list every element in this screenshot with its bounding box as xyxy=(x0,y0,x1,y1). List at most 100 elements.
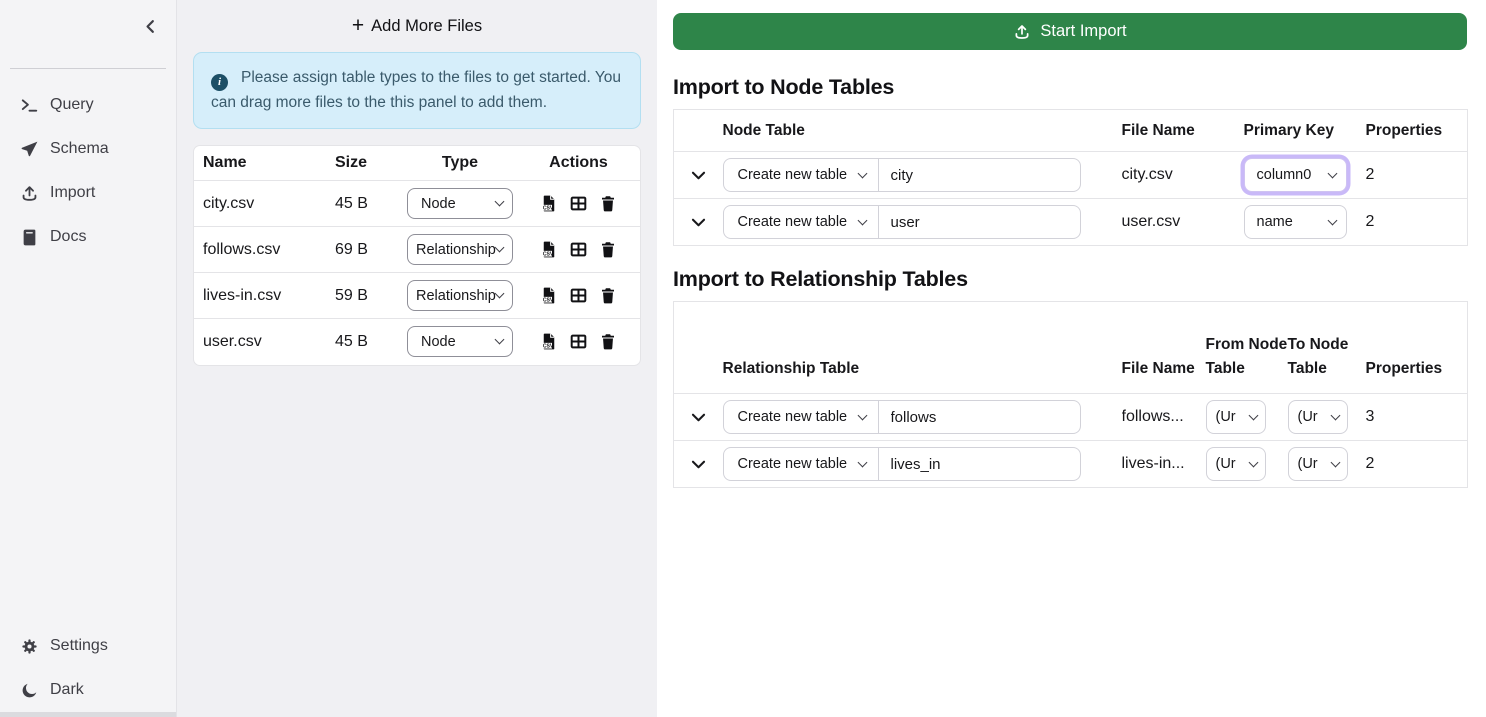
column-header-name: Name xyxy=(194,146,325,181)
file-size: 45 B xyxy=(325,319,403,365)
table-mode-select[interactable]: Create new table xyxy=(723,400,879,434)
to-node-table-select[interactable]: (Ur xyxy=(1288,447,1348,481)
gear-icon xyxy=(20,637,39,656)
from-node-table-select[interactable]: (Ur xyxy=(1206,447,1266,481)
table-grid-icon xyxy=(569,194,588,213)
sidebar-scrollbar[interactable] xyxy=(0,712,176,717)
node-table-header-row: Node Table File Name Primary Key Propert… xyxy=(674,110,1468,152)
column-header-primary-key: Primary Key xyxy=(1244,110,1366,152)
column-header-actions: Actions xyxy=(517,146,640,181)
sidebar-item-label: Query xyxy=(50,96,94,114)
primary-key-select[interactable]: column0 xyxy=(1244,158,1347,192)
expand-row-button[interactable] xyxy=(674,166,723,185)
column-header-file-name: File Name xyxy=(1122,302,1206,394)
preview-table-button[interactable] xyxy=(569,240,588,259)
table-mode-select[interactable]: Create new table xyxy=(723,158,879,192)
sidebar-item-settings[interactable]: Settings xyxy=(0,624,176,668)
primary-key-select[interactable]: name xyxy=(1244,205,1347,239)
start-import-button[interactable]: Start Import xyxy=(673,13,1467,50)
preview-table-button[interactable] xyxy=(569,286,588,305)
chevron-down-icon xyxy=(857,410,867,420)
primary-key-value: name xyxy=(1257,214,1293,230)
properties-count: 2 xyxy=(1366,441,1468,488)
trash-icon xyxy=(599,286,617,305)
file-row-city: city.csv 45 B Node xyxy=(194,181,640,227)
column-header-size: Size xyxy=(325,146,403,181)
chevron-down-icon xyxy=(857,457,867,467)
node-section-title: Import to Node Tables xyxy=(673,75,1486,100)
relationship-import-row-lives-in: Create new table lives-in... (Ur (Ur 2 xyxy=(674,441,1468,488)
sidebar-item-dark-mode[interactable]: Dark xyxy=(0,668,176,712)
upload-icon xyxy=(1013,23,1031,41)
chevron-down-icon xyxy=(1327,168,1337,178)
file-row-lives-in: lives-in.csv 59 B Relationship xyxy=(194,273,640,319)
expand-row-button[interactable] xyxy=(674,213,723,232)
preview-table-button[interactable] xyxy=(569,332,588,351)
column-header-to-node-table: To Node Table xyxy=(1288,302,1366,394)
delete-file-button[interactable] xyxy=(599,286,617,305)
sidebar-item-query[interactable]: Query xyxy=(0,83,176,127)
to-node-table-select[interactable]: (Ur xyxy=(1288,400,1348,434)
expand-row-button[interactable] xyxy=(674,455,723,474)
table-mode-value: Create new table xyxy=(738,409,848,425)
delete-file-button[interactable] xyxy=(599,194,617,213)
view-csv-button[interactable] xyxy=(540,332,558,351)
sidebar-item-docs[interactable]: Docs xyxy=(0,215,176,259)
sidebar-header xyxy=(0,0,176,68)
file-type-select[interactable]: Relationship xyxy=(407,234,513,265)
table-mode-select[interactable]: Create new table xyxy=(723,205,879,239)
file-type-select[interactable]: Relationship xyxy=(407,280,513,311)
trash-icon xyxy=(599,240,617,259)
csv-file-icon xyxy=(540,194,558,213)
file-name: lives-in... xyxy=(1122,441,1206,488)
relationship-section-title: Import to Relationship Tables xyxy=(673,267,1486,292)
column-header-node-table: Node Table xyxy=(723,110,1122,152)
plus-icon: + xyxy=(352,15,364,36)
chevron-down-icon xyxy=(857,168,867,178)
terminal-icon xyxy=(20,96,39,115)
file-type-select[interactable]: Node xyxy=(407,188,513,219)
add-more-files-label: Add More Files xyxy=(371,17,482,36)
relationship-table-header-row: Relationship Table File Name From Node T… xyxy=(674,302,1468,394)
file-type-select[interactable]: Node xyxy=(407,326,513,357)
to-node-value: (Ur xyxy=(1298,456,1318,472)
from-node-value: (Ur xyxy=(1216,409,1236,425)
table-name-input[interactable] xyxy=(879,158,1081,192)
table-name-input[interactable] xyxy=(879,447,1081,481)
file-name: city.csv xyxy=(194,181,325,227)
expand-row-button[interactable] xyxy=(674,408,723,427)
sidebar-item-import[interactable]: Import xyxy=(0,171,176,215)
node-import-row-user: Create new table user.csv name 2 xyxy=(674,199,1468,246)
trash-icon xyxy=(599,194,617,213)
file-table-header-row: Name Size Type Actions xyxy=(194,146,640,181)
add-more-files-button[interactable]: + Add More Files xyxy=(193,13,641,39)
delete-file-button[interactable] xyxy=(599,240,617,259)
moon-icon xyxy=(20,681,39,700)
chevron-down-icon xyxy=(495,243,505,253)
view-csv-button[interactable] xyxy=(540,194,558,213)
chevron-left-icon xyxy=(142,18,159,35)
chevron-down-icon xyxy=(689,408,708,427)
table-name-input[interactable] xyxy=(879,400,1081,434)
file-panel: + Add More Files iPlease assign table ty… xyxy=(177,0,657,717)
collapse-sidebar-button[interactable] xyxy=(140,16,160,36)
file-name: follows... xyxy=(1122,394,1206,441)
file-name: follows.csv xyxy=(194,227,325,273)
csv-file-icon xyxy=(540,240,558,259)
preview-table-button[interactable] xyxy=(569,194,588,213)
sidebar-item-label: Docs xyxy=(50,228,86,246)
view-csv-button[interactable] xyxy=(540,240,558,259)
chevron-down-icon xyxy=(1330,410,1340,420)
chevron-down-icon xyxy=(495,335,505,345)
from-node-table-select[interactable]: (Ur xyxy=(1206,400,1266,434)
table-name-input[interactable] xyxy=(879,205,1081,239)
column-header-properties: Properties xyxy=(1366,302,1468,394)
sidebar-item-schema[interactable]: Schema xyxy=(0,127,176,171)
file-type-value: Node xyxy=(421,334,456,350)
view-csv-button[interactable] xyxy=(540,286,558,305)
sidebar: Query Schema Import Docs Settings Dark xyxy=(0,0,177,717)
chevron-down-icon xyxy=(1248,457,1258,467)
table-mode-select[interactable]: Create new table xyxy=(723,447,879,481)
info-alert: iPlease assign table types to the files … xyxy=(193,52,641,129)
delete-file-button[interactable] xyxy=(599,332,617,351)
